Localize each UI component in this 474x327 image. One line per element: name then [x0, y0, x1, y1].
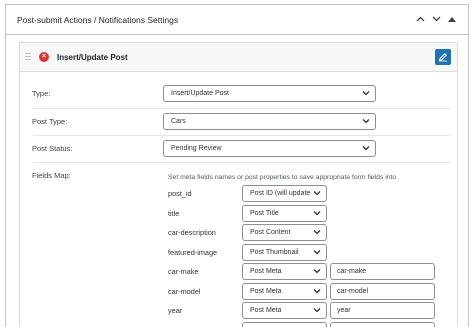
chevron-down-icon [313, 230, 321, 235]
chevron-down-icon [313, 249, 321, 254]
divider [33, 162, 451, 163]
fields-map-label: Fields Map: [32, 171, 71, 180]
field-property-select[interactable]: Post ID (will update [242, 185, 327, 202]
meta-field-input[interactable]: year [330, 302, 435, 319]
meta-field-input[interactable]: car-make [330, 263, 435, 280]
meta-field-input[interactable]: mileage [330, 321, 435, 327]
drag-handle[interactable] [25, 53, 31, 62]
meta-field-input[interactable]: car-model [330, 282, 435, 300]
field-name: car-description [168, 228, 216, 237]
chevron-down-icon [362, 119, 370, 124]
field-property-select[interactable]: Post Title [242, 204, 327, 222]
field-name: post_id [168, 189, 192, 198]
chevron-down-icon [313, 191, 321, 196]
chevron-up-icon[interactable] [414, 13, 426, 25]
divider [33, 135, 451, 136]
edit-action-button[interactable] [435, 49, 451, 65]
chevron-down-icon [313, 269, 321, 274]
field-property-select[interactable]: Post Content [242, 224, 327, 241]
post-type-select[interactable]: Cars [163, 113, 376, 130]
post-type-label: Post Type: [32, 117, 68, 126]
field-property-select[interactable]: Post Meta [242, 282, 327, 300]
field-property-select[interactable]: Post Thumbnail [242, 243, 327, 261]
panel-header[interactable]: Post-submit Actions / Notifications Sett… [6, 5, 468, 35]
chevron-down-icon [313, 308, 321, 313]
field-property-select[interactable]: Post Meta [242, 321, 327, 327]
divider [33, 108, 451, 109]
chevron-down-icon [313, 210, 321, 215]
field-property-select[interactable]: Post Meta [242, 263, 327, 280]
fields-map-hint: Set meta fields names or post properties… [168, 174, 397, 181]
pencil-icon [438, 52, 448, 62]
action-name: Insert/Update Post [57, 53, 128, 62]
field-name: year [168, 306, 183, 315]
field-name: title [168, 208, 180, 218]
chevron-down-icon [313, 288, 321, 293]
post-submit-actions-panel: Post-submit Actions / Notifications Sett… [5, 4, 469, 327]
panel-title: Post-submit Actions / Notifications Sett… [17, 15, 179, 25]
type-label: Type: [32, 89, 51, 98]
field-name: car-model [168, 286, 201, 296]
field-name: featured-image [168, 247, 218, 257]
field-property-select[interactable]: Post Meta [242, 302, 327, 319]
type-select-value: Insert/Update Post [171, 90, 229, 97]
type-select[interactable]: Insert/Update Post [163, 85, 376, 102]
chevron-down-icon[interactable] [430, 13, 442, 25]
close-circle-icon[interactable]: × [39, 52, 49, 62]
action-card-header: × Insert/Update Post [20, 43, 457, 72]
chevron-down-icon [362, 146, 370, 151]
post-status-select-value: Pending Review [171, 145, 222, 152]
field-name: car-make [168, 267, 199, 276]
triangle-up-icon[interactable] [446, 13, 458, 25]
chevron-down-icon [362, 91, 370, 96]
post-status-label: Post Status: [32, 144, 73, 153]
post-status-select[interactable]: Pending Review [163, 140, 376, 157]
post-type-select-value: Cars [171, 118, 186, 125]
